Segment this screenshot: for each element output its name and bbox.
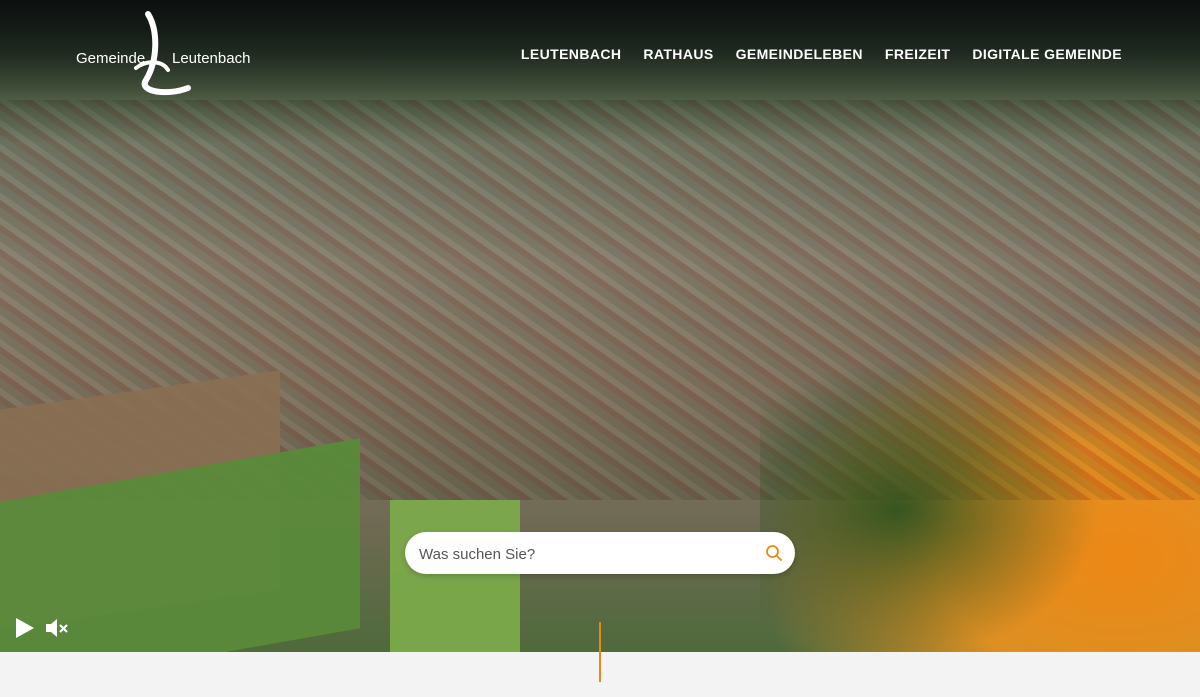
search-box xyxy=(405,532,795,576)
play-icon[interactable] xyxy=(14,616,36,640)
scroll-indicator[interactable] xyxy=(599,622,601,682)
site-logo[interactable]: Gemeinde Leutenbach xyxy=(76,10,256,100)
nav-item-rathaus[interactable]: RATHAUS xyxy=(643,46,713,62)
tree-line xyxy=(760,360,1100,652)
nav-item-freizeit[interactable]: FREIZEIT xyxy=(885,46,950,62)
nav-item-gemeindeleben[interactable]: GEMEINDELEBEN xyxy=(736,46,863,62)
hero-video: Gemeinde Leutenbach LEUTENBACH RATHAUS G… xyxy=(0,0,1200,652)
search-input[interactable] xyxy=(417,532,751,576)
logo-text-leutenbach: Leutenbach xyxy=(172,50,251,67)
field-green-small xyxy=(390,500,520,652)
main-nav: LEUTENBACH RATHAUS GEMEINDELEBEN FREIZEI… xyxy=(521,46,1122,62)
mute-icon[interactable] xyxy=(44,616,70,640)
search-icon[interactable] xyxy=(765,544,783,562)
nav-item-digitale-gemeinde[interactable]: DIGITALE GEMEINDE xyxy=(972,46,1122,62)
nav-item-leutenbach[interactable]: LEUTENBACH xyxy=(521,46,621,62)
